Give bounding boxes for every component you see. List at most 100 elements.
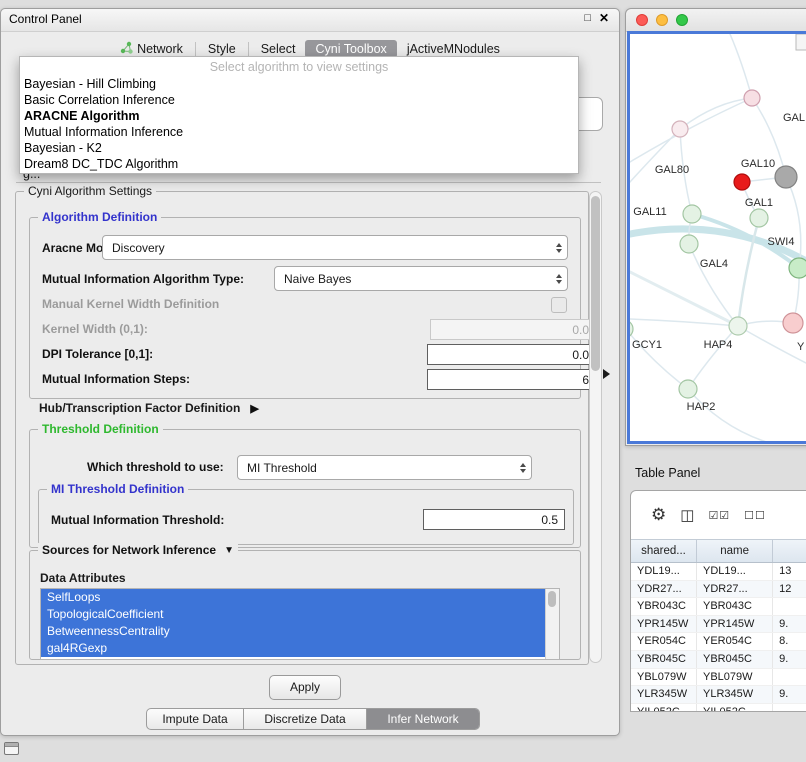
network-edge[interactable] (630, 272, 738, 326)
table-row[interactable]: YBL079WYBL079W (631, 669, 806, 687)
column-header-name[interactable]: name (697, 540, 773, 562)
table-cell[interactable]: YDL19... (631, 563, 697, 580)
hub-definition-section[interactable]: Hub/Transcription Factor Definition ▶ (39, 401, 259, 415)
network-node[interactable] (680, 235, 698, 253)
network-window-titlebar[interactable] (626, 9, 806, 32)
network-node[interactable] (679, 380, 697, 398)
table-cell[interactable] (773, 598, 806, 615)
table-cell[interactable]: YDL19... (697, 563, 773, 580)
dpi-tolerance-field[interactable]: 0.0 (427, 344, 596, 365)
attributes-scrollbar-thumb[interactable] (548, 591, 556, 607)
table-row[interactable]: YDR27...YDR27...12 (631, 581, 806, 599)
algorithm-option[interactable]: Dream8 DC_TDC Algorithm (20, 156, 578, 172)
table-cell[interactable]: YDR27... (697, 581, 773, 598)
sources-group-title-row[interactable]: Sources for Network Inference ▼ (38, 543, 238, 558)
settings-scrollbar-thumb[interactable] (591, 196, 600, 371)
network-node[interactable] (729, 317, 747, 335)
network-node[interactable] (683, 205, 701, 223)
gear-icon[interactable]: ⚙ (651, 505, 666, 525)
table-cell[interactable] (773, 704, 806, 712)
network-node[interactable] (744, 90, 760, 106)
algorithm-option[interactable]: Bayesian - Hill Climbing (20, 76, 578, 92)
table-cell[interactable]: 9. (773, 616, 806, 633)
aracne-mode-combo[interactable]: Discovery (102, 235, 568, 260)
close-window-icon[interactable]: ✕ (599, 11, 609, 25)
algorithm-dropdown-placeholder[interactable]: Select algorithm to view settings (20, 59, 578, 76)
network-node[interactable] (775, 166, 797, 188)
attributes-scrollbar[interactable] (545, 589, 559, 659)
table-row[interactable]: YBR043CYBR043C (631, 598, 806, 616)
table-cell[interactable]: YBR043C (697, 598, 773, 615)
table-cell[interactable]: YLR345W (697, 686, 773, 703)
table-cell[interactable]: 13 (773, 563, 806, 580)
algorithm-option[interactable]: Bayesian - K2 (20, 140, 578, 156)
table-cell[interactable]: YIL052C (697, 704, 773, 712)
select-columns-icon[interactable]: ◫ (680, 506, 694, 524)
table-cell[interactable]: 9. (773, 651, 806, 668)
table-cell[interactable]: 12 (773, 581, 806, 598)
table-cell[interactable]: YDR27... (631, 581, 697, 598)
select-all-icon[interactable]: ☑☑ (708, 509, 730, 522)
table-cell[interactable]: YBR045C (697, 651, 773, 668)
table-row[interactable]: YIL052CYIL052C (631, 704, 806, 712)
minimize-traffic-light[interactable] (656, 14, 668, 26)
panel-collapse-arrow[interactable] (603, 369, 610, 379)
table-cell[interactable] (773, 669, 806, 686)
mi-steps-field[interactable]: 6 (427, 369, 596, 390)
table-cell[interactable]: YER054C (631, 633, 697, 650)
collapse-arrow-icon[interactable]: ▼ (224, 543, 234, 558)
table-cell[interactable]: 8. (773, 633, 806, 650)
data-attribute-item[interactable]: gal4RGexp (41, 640, 546, 657)
table-cell[interactable]: YLR345W (631, 686, 697, 703)
network-node[interactable] (734, 174, 750, 190)
settings-scrollbar[interactable] (589, 191, 602, 663)
network-canvas[interactable]: GALGAL80GAL10GAL11GAL1SWI4GAL4GCY1HAP4YH… (630, 34, 806, 444)
manual-kernel-width-checkbox[interactable] (551, 297, 567, 313)
network-edge[interactable] (730, 34, 752, 98)
deselect-all-icon[interactable]: ☐☐ (744, 509, 766, 522)
apply-button[interactable]: Apply (269, 675, 341, 700)
network-node[interactable] (672, 121, 688, 137)
which-threshold-combo[interactable]: MI Threshold (237, 455, 532, 480)
network-node[interactable] (783, 313, 803, 333)
float-window-icon[interactable]: □ (584, 12, 591, 24)
column-header-cut[interactable] (773, 540, 806, 562)
table-cell[interactable]: 9. (773, 686, 806, 703)
algorithm-option[interactable]: ARACNE Algorithm (20, 108, 578, 124)
network-edge[interactable] (630, 319, 738, 326)
table-row[interactable]: YDL19...YDL19...13 (631, 563, 806, 581)
table-cell[interactable]: YBR045C (631, 651, 697, 668)
algorithm-option[interactable]: Basic Correlation Inference (20, 92, 578, 108)
table-cell[interactable]: YBL079W (631, 669, 697, 686)
mi-algorithm-type-combo[interactable]: Naive Bayes (274, 266, 568, 291)
network-edge[interactable] (688, 326, 738, 389)
table-row[interactable]: YER054CYER054C8. (631, 633, 806, 651)
zoom-traffic-light[interactable] (676, 14, 688, 26)
table-row[interactable]: YLR345WYLR345W9. (631, 686, 806, 704)
collapsed-panel-icon[interactable] (4, 742, 19, 755)
table-row[interactable]: YBR045CYBR045C9. (631, 651, 806, 669)
control-panel-titlebar[interactable]: Control Panel □ ✕ (1, 9, 619, 32)
tab-infer-network[interactable]: Infer Network (366, 709, 479, 729)
close-traffic-light[interactable] (636, 14, 648, 26)
expand-arrow-icon[interactable]: ▶ (250, 402, 258, 415)
kernel-width-field[interactable]: 0.0 (430, 319, 596, 340)
mi-threshold-field[interactable]: 0.5 (423, 509, 565, 530)
network-edge[interactable] (630, 98, 752, 162)
network-scrollbar-fragment[interactable] (796, 34, 806, 50)
tab-impute-data[interactable]: Impute Data (147, 709, 243, 729)
table-cell[interactable]: YPR145W (697, 616, 773, 633)
network-node[interactable] (750, 209, 768, 227)
tab-discretize-data[interactable]: Discretize Data (243, 709, 366, 729)
table-cell[interactable]: YIL052C (631, 704, 697, 712)
algorithm-option[interactable]: Mutual Information Inference (20, 124, 578, 140)
table-row[interactable]: YPR145WYPR145W9. (631, 616, 806, 634)
network-node[interactable] (789, 258, 806, 278)
table-cell[interactable]: YPR145W (631, 616, 697, 633)
table-cell[interactable]: YER054C (697, 633, 773, 650)
data-attribute-item[interactable]: TopologicalCoefficient (41, 606, 546, 623)
data-attribute-item[interactable]: BetweennessCentrality (41, 623, 546, 640)
data-attribute-item[interactable]: SelfLoops (41, 589, 546, 606)
table-cell[interactable]: YBL079W (697, 669, 773, 686)
network-edge[interactable] (688, 389, 780, 444)
